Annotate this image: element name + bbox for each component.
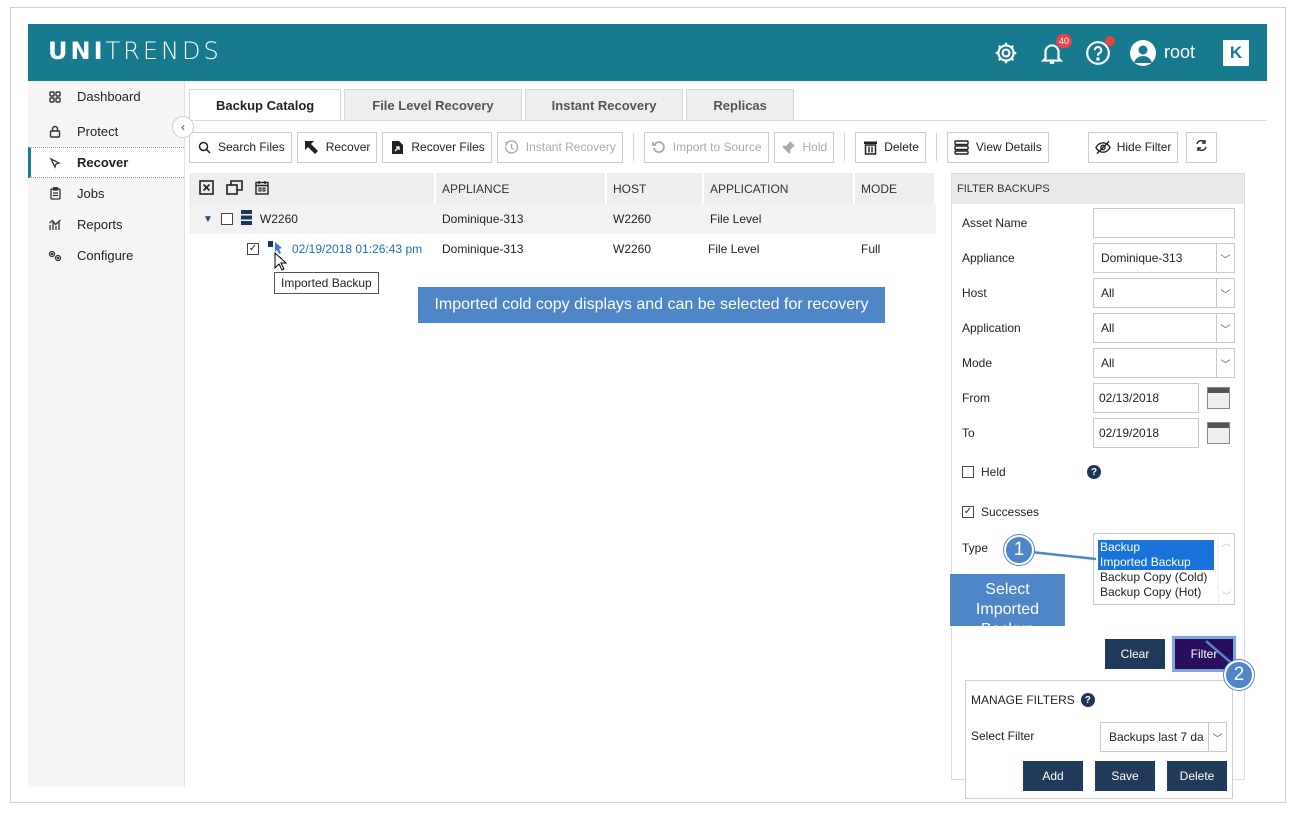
- chevron-left-icon: ‹: [181, 120, 185, 134]
- callout-line-1: [1030, 550, 1097, 561]
- step-2-marker: 2: [1224, 660, 1254, 690]
- select-imported-backup-callout: Select Imported Backup: [950, 574, 1065, 638]
- app-window: UNITRENDS 40 root K Dashboard Protect Re…: [28, 24, 1267, 799]
- collapse-sidebar-button[interactable]: ‹: [172, 116, 194, 138]
- annotation-lines: [1030, 550, 1237, 668]
- step-1-marker: 1: [1004, 535, 1034, 565]
